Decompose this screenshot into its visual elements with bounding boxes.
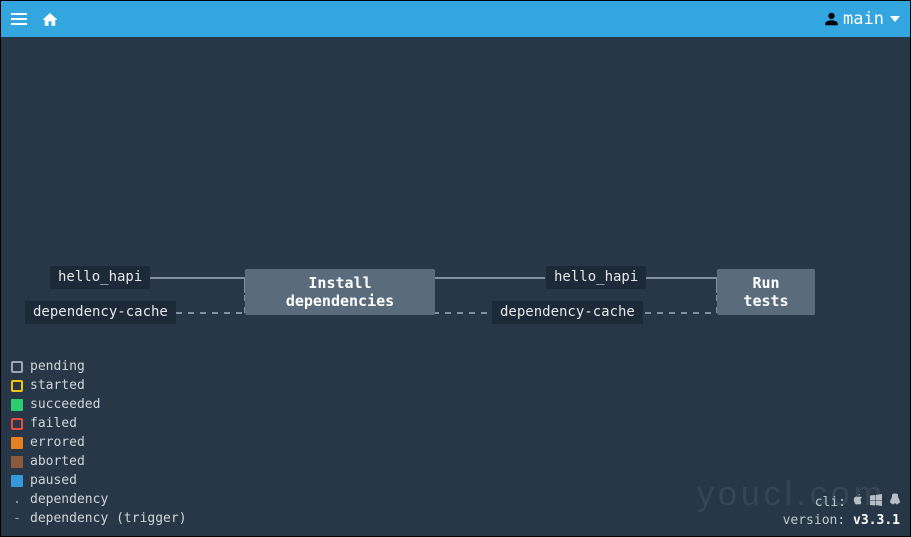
menu-button[interactable] xyxy=(11,13,27,25)
version-row: version: v3.3.1 xyxy=(783,512,900,530)
footer: cli: version: v3.3.1 xyxy=(783,493,900,530)
legend-label: started xyxy=(30,376,85,395)
legend-label: aborted xyxy=(30,452,85,471)
resource-hello-hapi-in[interactable]: hello_hapi xyxy=(50,266,150,289)
legend-label: dependency (trigger) xyxy=(30,509,187,528)
legend-item-dependency: . dependency xyxy=(11,490,187,509)
home-icon xyxy=(41,11,59,27)
legend-item-aborted: aborted xyxy=(11,452,187,471)
legend-item-succeeded: succeeded xyxy=(11,395,187,414)
legend-label: dependency xyxy=(30,490,108,509)
chevron-down-icon xyxy=(890,16,900,22)
version-value: v3.3.1 xyxy=(853,513,900,528)
legend-item-pending: pending xyxy=(11,357,187,376)
legend: pendingstartedsucceededfailederroredabor… xyxy=(11,357,187,528)
legend-item-paused: paused xyxy=(11,471,187,490)
cli-download-row: cli: xyxy=(783,493,900,512)
windows-icon[interactable] xyxy=(870,494,882,512)
legend-item-started: started xyxy=(11,376,187,395)
topbar-left xyxy=(11,11,59,27)
legend-swatch xyxy=(11,399,23,411)
legend-swatch xyxy=(11,475,23,487)
resource-dependency-cache-mid[interactable]: dependency-cache xyxy=(492,301,643,324)
resource-dependency-cache-in[interactable]: dependency-cache xyxy=(25,301,176,324)
topbar: main xyxy=(1,1,910,37)
legend-item-failed: failed xyxy=(11,414,187,433)
home-button[interactable] xyxy=(41,11,59,27)
hamburger-icon xyxy=(11,13,27,25)
legend-label: paused xyxy=(30,471,77,490)
legend-glyph: - xyxy=(11,509,23,528)
legend-swatch xyxy=(11,380,23,392)
legend-label: succeeded xyxy=(30,395,100,414)
apple-icon[interactable] xyxy=(852,493,864,512)
topbar-right: main xyxy=(824,9,900,29)
legend-item-dependency-(trigger): -dependency (trigger) xyxy=(11,509,187,528)
legend-label: failed xyxy=(30,414,77,433)
legend-item-errored: errored xyxy=(11,433,187,452)
job-run-tests[interactable]: Run tests xyxy=(717,269,815,315)
team-switcher[interactable]: main xyxy=(824,9,900,29)
legend-swatch xyxy=(11,418,23,430)
job-install-dependencies[interactable]: Install dependencies xyxy=(245,269,435,315)
legend-swatch xyxy=(11,437,23,449)
legend-glyph: . xyxy=(11,490,23,509)
cli-label: cli: xyxy=(815,494,846,512)
linux-icon[interactable] xyxy=(888,493,900,512)
version-label: version: xyxy=(783,513,846,528)
pipeline-canvas[interactable]: hello_hapi dependency-cache Install depe… xyxy=(1,37,910,536)
legend-swatch xyxy=(11,361,23,373)
team-label: main xyxy=(843,9,884,29)
legend-swatch xyxy=(11,456,23,468)
legend-label: errored xyxy=(30,433,85,452)
legend-label: pending xyxy=(30,357,85,376)
user-icon xyxy=(824,11,839,27)
resource-hello-hapi-mid[interactable]: hello_hapi xyxy=(546,266,646,289)
